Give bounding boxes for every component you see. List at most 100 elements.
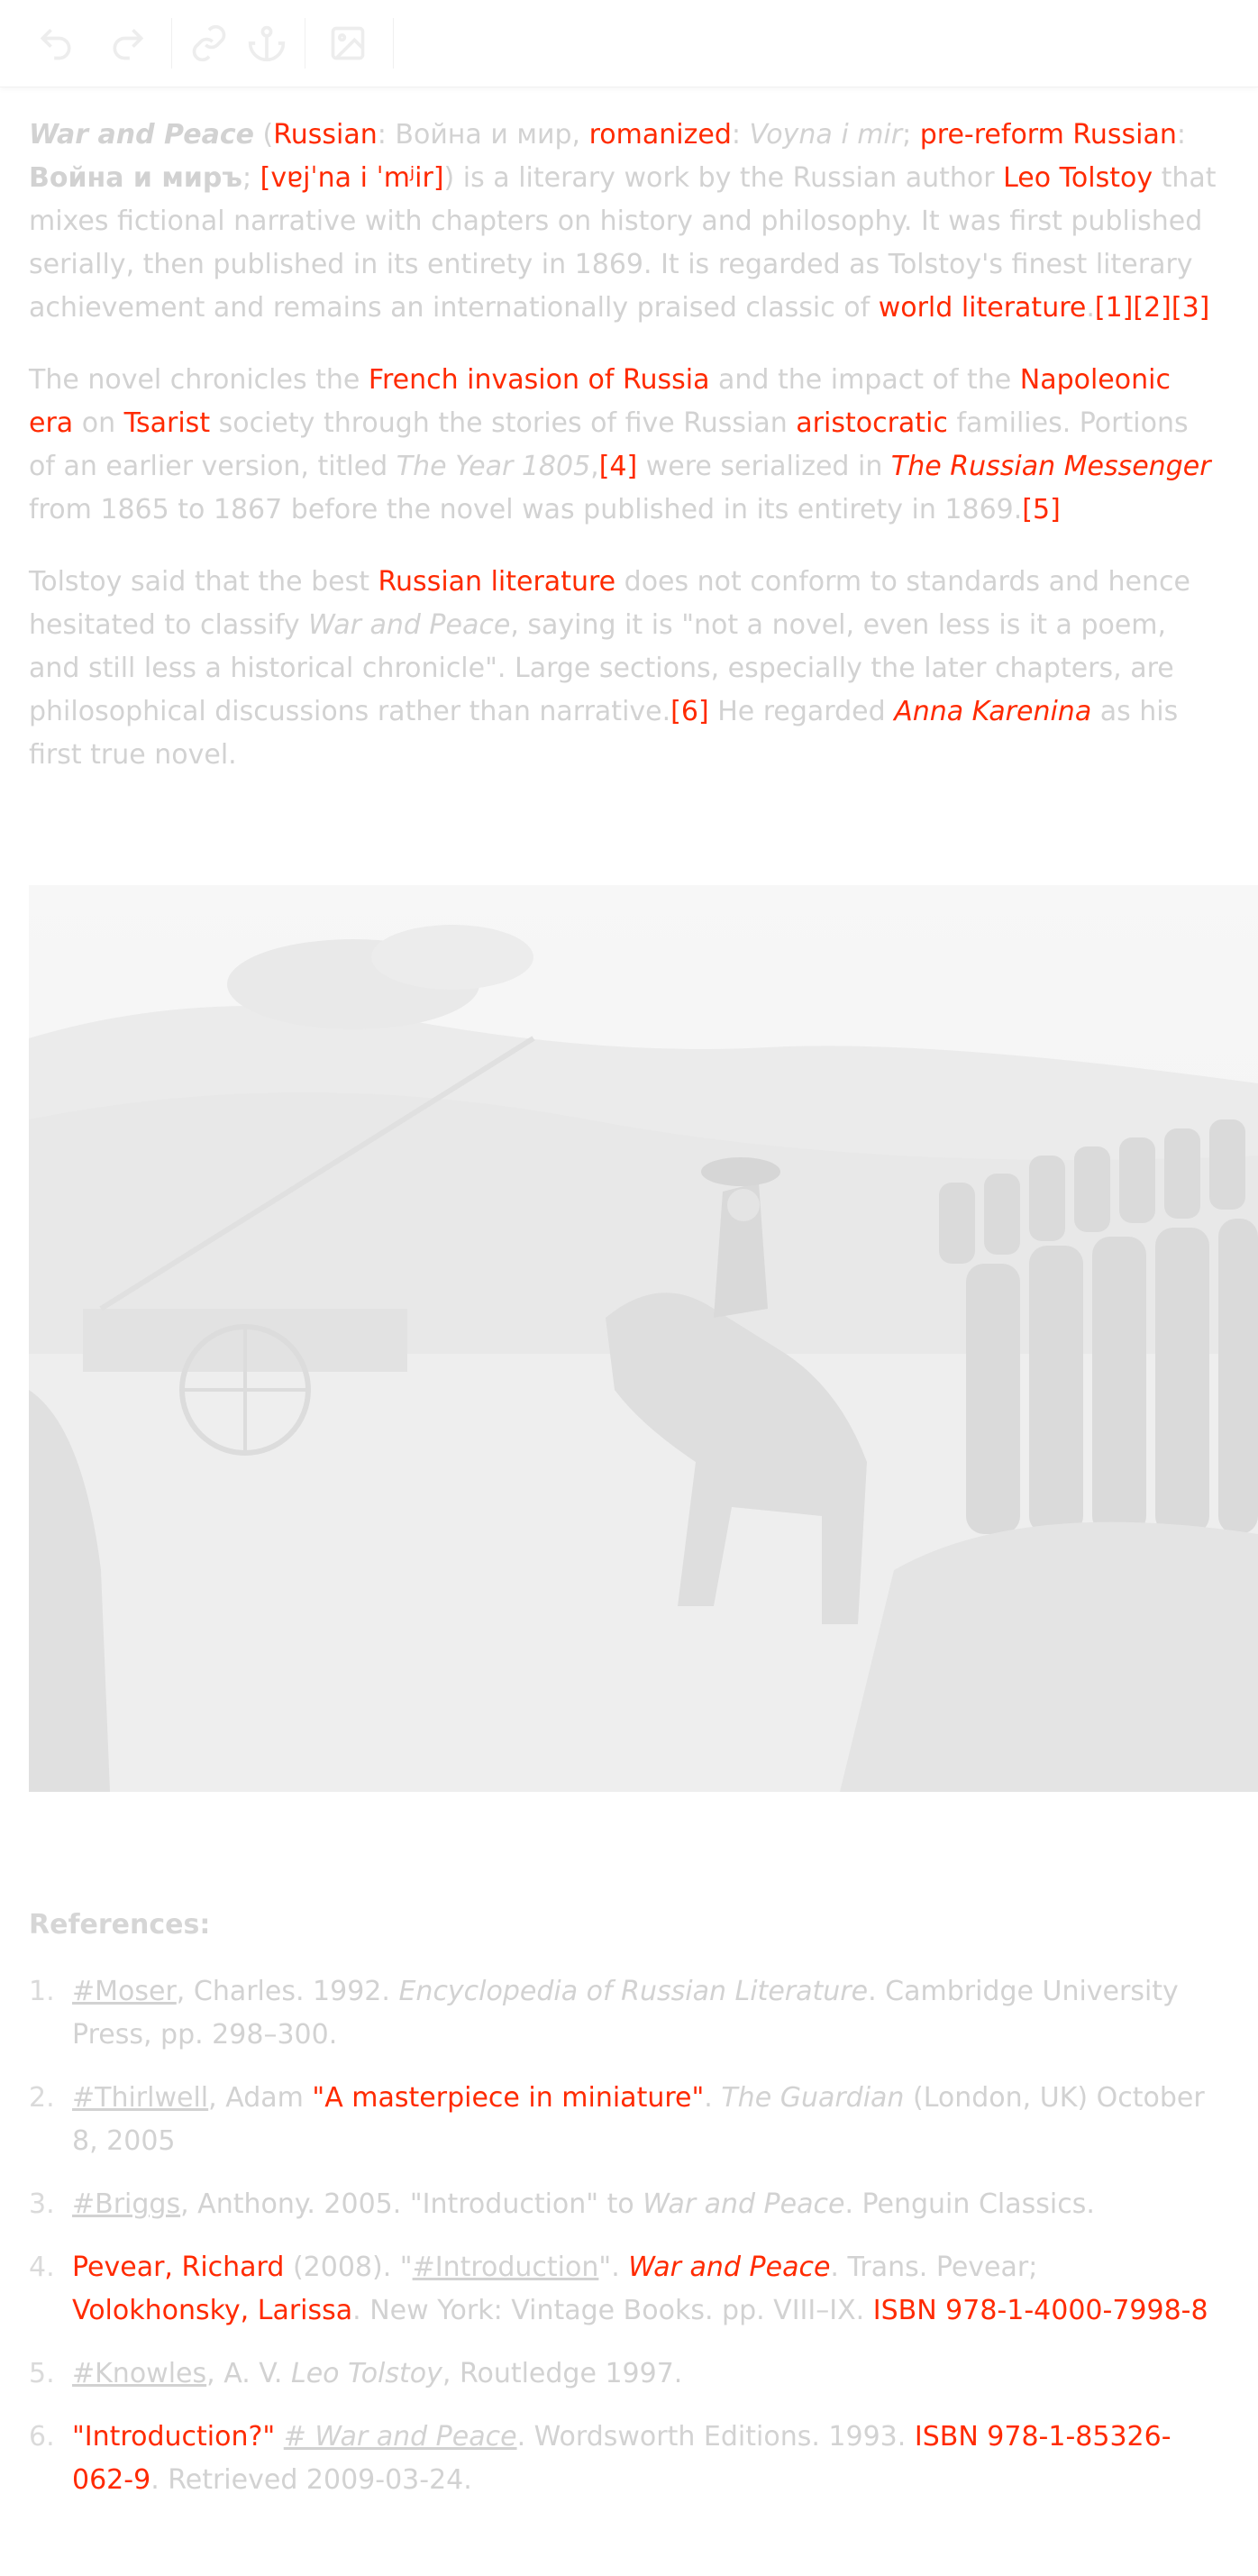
reference-work: Leo Tolstoy: [291, 2358, 442, 2389]
citation-3[interactable]: [3]: [1171, 292, 1210, 324]
reference-article-link[interactable]: "A masterpiece in miniature": [312, 2082, 704, 2114]
link-world-literature[interactable]: world literature: [879, 292, 1087, 324]
link-pre-reform-russian[interactable]: pre-reform Russian: [920, 119, 1177, 151]
old-title: Война и миръ: [29, 162, 242, 194]
text: ".: [598, 2252, 629, 2283]
reference-work-link[interactable]: War and Peace: [628, 2252, 830, 2283]
reference-item: 1. #Moser, Charles. 1992. Encyclopedia o…: [29, 1970, 1218, 2057]
toolbar-separator: [393, 18, 394, 69]
paragraph-chronicle: The novel chronicles the French invasion…: [29, 359, 1218, 532]
text: from 1865 to 1867 before the novel was p…: [29, 494, 1023, 525]
link-anna-karenina[interactable]: Anna Karenina: [894, 696, 1091, 727]
text: :: [1176, 119, 1186, 151]
text: :: [731, 119, 750, 151]
article-title: War and Peace: [29, 119, 254, 151]
link-ipa[interactable]: [vɐjˈna i ˈmʲir]: [260, 162, 444, 194]
text: , A. V.: [206, 2358, 292, 2389]
link-russian[interactable]: Russian: [273, 119, 378, 151]
undo-button[interactable]: [32, 20, 79, 67]
romanized-title: Voyna i mir: [749, 119, 903, 151]
link-tsarist[interactable]: Tsarist: [124, 407, 210, 439]
text: ) is a literary work by the Russian auth…: [443, 162, 1004, 194]
text: The novel chronicles the: [29, 364, 369, 396]
reference-number: 2.: [29, 2082, 55, 2114]
citation-6[interactable]: [6]: [670, 696, 709, 727]
editor-toolbar: [0, 0, 1258, 87]
text: .: [1086, 292, 1095, 324]
citation-2[interactable]: [2]: [1133, 292, 1171, 324]
link-russian-messenger[interactable]: The Russian Messenger: [891, 451, 1211, 482]
text: [275, 2421, 284, 2453]
toolbar-separator: [171, 18, 172, 69]
text: on: [73, 407, 124, 439]
references-list: 1. #Moser, Charles. 1992. Encyclopedia o…: [29, 1970, 1218, 2502]
reference-anchor-link[interactable]: #Moser: [72, 1976, 177, 2007]
text: were serialized in: [637, 451, 891, 482]
text: ;: [902, 119, 920, 151]
image-icon: [331, 26, 365, 60]
references-section: References: 1. #Moser, Charles. 1992. En…: [29, 1904, 1218, 2522]
reference-translator-link[interactable]: Volokhonsky, Larissa: [72, 2295, 352, 2326]
text: ,: [590, 451, 599, 482]
battle-scene-illustration: [29, 885, 1258, 1792]
text: : Война и мир,: [377, 119, 589, 151]
link-icon: [192, 24, 226, 62]
reference-number: 6.: [29, 2421, 55, 2453]
citation-5[interactable]: [5]: [1022, 494, 1061, 525]
image-button[interactable]: [324, 20, 371, 67]
reference-number: 5.: [29, 2358, 55, 2389]
reference-item: 2. #Thirlwell, Adam "A masterpiece in mi…: [29, 2077, 1218, 2163]
paragraph-classification: Tolstoy said that the best Russian liter…: [29, 561, 1218, 777]
text: and the impact of the: [709, 364, 1020, 396]
link-romanized[interactable]: romanized: [589, 119, 732, 151]
reference-number: 1.: [29, 1976, 55, 2007]
reference-anchor-link[interactable]: #Briggs: [72, 2188, 180, 2220]
references-heading-text: References: [29, 1909, 200, 1941]
reference-item: 5. #Knowles, A. V. Leo Tolstoy, Routledg…: [29, 2352, 1218, 2396]
reference-title-link[interactable]: "Introduction?": [72, 2421, 275, 2453]
reference-anchor-link[interactable]: #Thirlwell: [72, 2082, 208, 2114]
citation-1[interactable]: [1]: [1095, 292, 1134, 324]
text: He regarded: [708, 696, 895, 727]
link-french-invasion[interactable]: French invasion of Russia: [369, 364, 710, 396]
reference-anchor-link[interactable]: #Introduction: [413, 2252, 599, 2283]
link-russian-literature[interactable]: Russian literature: [378, 566, 616, 598]
text: .: [704, 2082, 722, 2114]
reference-number: 3.: [29, 2188, 55, 2220]
link-button[interactable]: [186, 20, 232, 67]
reference-work: Encyclopedia of Russian Literature: [398, 1976, 869, 2007]
text: ;: [242, 162, 260, 194]
reference-isbn-link[interactable]: ISBN 978-1-4000-7998-8: [873, 2295, 1208, 2326]
text: , Routledge 1997.: [442, 2358, 683, 2389]
text: (: [253, 119, 274, 151]
text: . Penguin Classics.: [844, 2188, 1095, 2220]
undo-icon: [40, 29, 71, 60]
anchor-icon: [248, 25, 286, 62]
reference-item: 3. #Briggs, Anthony. 2005. "Introduction…: [29, 2183, 1218, 2226]
reference-anchor-link[interactable]: # War and Peace: [284, 2421, 517, 2453]
text: , Anthony. 2005. "Introduction" to: [180, 2188, 643, 2220]
earlier-title: The Year 1805: [396, 451, 591, 482]
text: . Trans. Pevear;: [830, 2252, 1038, 2283]
text: . Wordsworth Editions. 1993.: [516, 2421, 915, 2453]
reference-author-link[interactable]: Pevear, Richard: [72, 2252, 284, 2283]
citation-4[interactable]: [4]: [599, 451, 638, 482]
work-title: War and Peace: [308, 609, 511, 641]
references-heading: References:: [29, 1904, 1218, 1947]
battle-scene-image: [29, 885, 1258, 1792]
reference-item: 4. Pevear, Richard (2008). "#Introductio…: [29, 2246, 1218, 2333]
text: :: [199, 1909, 211, 1941]
anchor-button[interactable]: [243, 20, 290, 67]
reference-work: The Guardian: [721, 2082, 905, 2114]
link-aristocratic[interactable]: aristocratic: [796, 407, 948, 439]
text: (2008). ": [284, 2252, 413, 2283]
paragraph-intro: War and Peace (Russian: Война и мир, rom…: [29, 114, 1218, 330]
reference-item: 6. "Introduction?" # War and Peace. Word…: [29, 2416, 1218, 2502]
link-leo-tolstoy[interactable]: Leo Tolstoy: [1003, 162, 1153, 194]
redo-icon: [113, 29, 144, 60]
redo-button[interactable]: [105, 20, 151, 67]
reference-number: 4.: [29, 2252, 55, 2283]
reference-anchor-link[interactable]: #Knowles: [72, 2358, 206, 2389]
reference-work: War and Peace: [643, 2188, 845, 2220]
text: , Adam: [208, 2082, 313, 2114]
